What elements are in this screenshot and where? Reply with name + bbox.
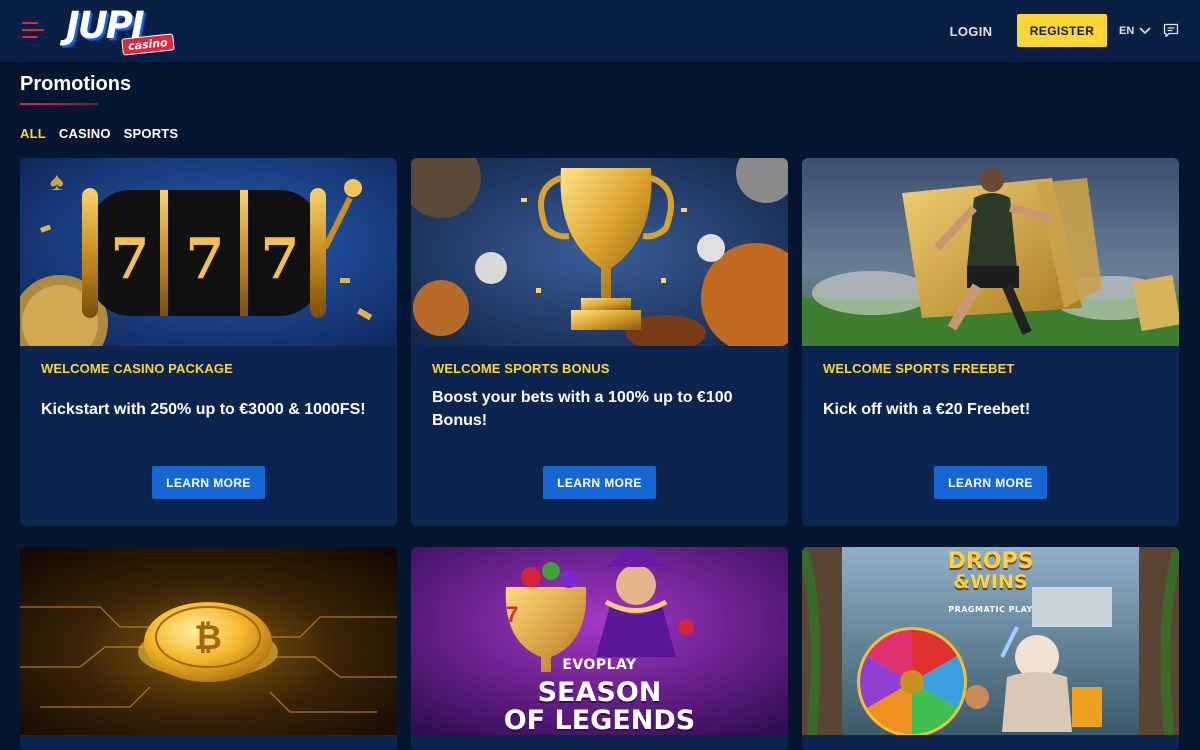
svg-text:₿: ₿ [194, 618, 222, 658]
promo-card-casino-package: 7 7 7 ♠ WELCOME CASINO PACKAGE Kickstart… [20, 158, 397, 526]
title-underline [20, 103, 98, 105]
promotion-filters: ALL CASINO SPORTS [20, 126, 191, 141]
filter-all[interactable]: ALL [20, 126, 46, 141]
login-button[interactable]: LOGIN [940, 18, 1002, 44]
language-selector[interactable]: EN [1119, 22, 1151, 40]
page-title: Promotions [20, 73, 132, 95]
svg-text:7: 7 [261, 226, 300, 292]
svg-text:7: 7 [506, 602, 518, 627]
svg-text:7: 7 [186, 226, 225, 292]
filter-sports[interactable]: SPORTS [124, 126, 179, 141]
promo-card-sports-freebet: WELCOME SPORTS FREEBET Kick off with a €… [802, 158, 1179, 526]
svg-text:♠: ♠ [50, 166, 64, 196]
slot-machine-image: 7 7 7 ♠ [20, 158, 397, 346]
promo-card-crypto: ₿ [20, 547, 397, 750]
promo-card-sports-bonus: WELCOME SPORTS BONUS Boost your bets wit… [411, 158, 788, 526]
filter-casino[interactable]: CASINO [59, 126, 111, 141]
jupi-casino-logo[interactable]: JUPI casino [66, 6, 178, 56]
chevron-down-icon [1139, 27, 1151, 35]
learn-more-button[interactable]: LEARN MORE [543, 466, 656, 499]
learn-more-button[interactable]: LEARN MORE [152, 466, 265, 499]
learn-more-button[interactable]: LEARN MORE [934, 466, 1047, 499]
bitcoin-coin-image: ₿ [20, 547, 397, 735]
top-header: JUPI casino LOGIN REGISTER EN [0, 0, 1200, 62]
evoplay-brand: EVOPLAY [562, 657, 637, 673]
drops-wins-title-line-2: &WINS [953, 571, 1028, 593]
promo-card-drops-and-wins: DROPS &WINS PRAGMATIC PLAY [802, 547, 1179, 750]
season-title-line-1: SEASON [537, 677, 662, 708]
promo-category: WELCOME SPORTS BONUS [432, 361, 610, 376]
chat-icon[interactable] [1163, 23, 1179, 38]
promo-description: Boost your bets with a 100% up to €100 B… [432, 389, 733, 429]
promo-description: Kickstart with 250% up to €3000 & 1000FS… [41, 401, 366, 418]
svg-text:7: 7 [111, 226, 150, 292]
language-label: EN [1119, 25, 1135, 37]
trophy-image [411, 158, 788, 346]
promo-category: WELCOME SPORTS FREEBET [823, 361, 1015, 376]
promo-description: Kick off with a €20 Freebet! [823, 401, 1031, 418]
promo-category: WELCOME CASINO PACKAGE [41, 361, 233, 376]
promo-card-season-of-legends: 7 EVOPLAY SEASON OF LEGENDS [411, 547, 788, 750]
pragmatic-play-brand: PRAGMATIC PLAY [948, 605, 1033, 614]
season-title-line-2: OF LEGENDS [503, 705, 696, 736]
football-player-image [802, 158, 1179, 346]
menu-icon[interactable] [22, 22, 44, 40]
register-button[interactable]: REGISTER [1017, 14, 1107, 47]
